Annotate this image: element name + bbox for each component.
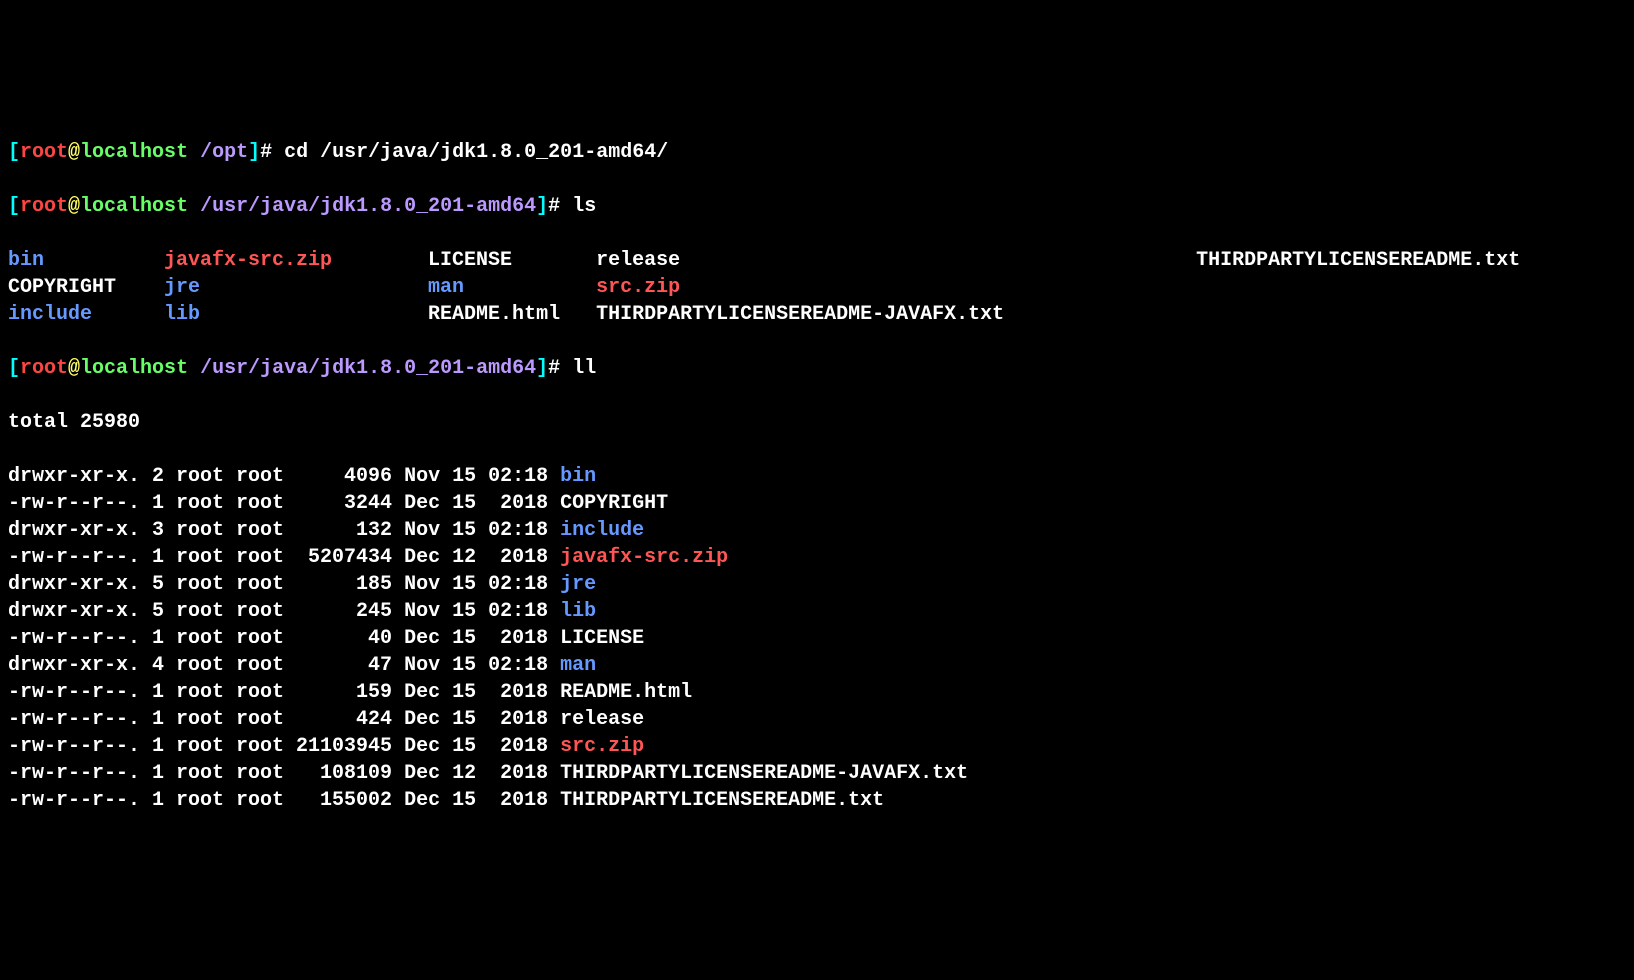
ls-row: includelibREADME.htmlTHIRDPARTYLICENSERE…: [8, 301, 1626, 328]
ll-filename: bin: [560, 465, 596, 488]
ll-row: -rw-r--r--. 1 root root 5207434 Dec 12 2…: [8, 544, 1626, 571]
ls-item: README.html: [428, 301, 596, 328]
ll-filename: javafx-src.zip: [560, 546, 728, 569]
ll-filename: THIRDPARTYLICENSEREADME.txt: [560, 789, 884, 812]
ll-row: drwxr-xr-x. 4 root root 47 Nov 15 02:18 …: [8, 652, 1626, 679]
command-text: ls: [572, 195, 596, 218]
ll-row: -rw-r--r--. 1 root root 40 Dec 15 2018 L…: [8, 625, 1626, 652]
prompt-host: localhost: [80, 357, 188, 380]
ll-row: drwxr-xr-x. 5 root root 245 Nov 15 02:18…: [8, 598, 1626, 625]
prompt-host: localhost: [80, 195, 188, 218]
ll-filename: include: [560, 519, 644, 542]
ll-perms: drwxr-xr-x. 4 root root 47 Nov 15 02:18: [8, 654, 560, 677]
ls-item: THIRDPARTYLICENSEREADME.txt: [1196, 247, 1616, 274]
ll-row: drwxr-xr-x. 5 root root 185 Nov 15 02:18…: [8, 571, 1626, 598]
prompt-line: [root@localhost /usr/java/jdk1.8.0_201-a…: [8, 193, 1626, 220]
ll-perms: -rw-r--r--. 1 root root 159 Dec 15 2018: [8, 681, 560, 704]
prompt-user: root: [20, 195, 68, 218]
ls-item: man: [428, 274, 596, 301]
ls-item: javafx-src.zip: [164, 247, 428, 274]
prompt-user: root: [20, 141, 68, 164]
bracket-close: ]: [248, 141, 260, 164]
ll-perms: -rw-r--r--. 1 root root 155002 Dec 15 20…: [8, 789, 560, 812]
prompt-at: @: [68, 141, 80, 164]
ll-perms: drwxr-xr-x. 3 root root 132 Nov 15 02:18: [8, 519, 560, 542]
ll-perms: -rw-r--r--. 1 root root 3244 Dec 15 2018: [8, 492, 560, 515]
ll-perms: drwxr-xr-x. 5 root root 245 Nov 15 02:18: [8, 600, 560, 623]
ls-item: [1196, 301, 1616, 328]
ll-output: drwxr-xr-x. 2 root root 4096 Nov 15 02:1…: [8, 463, 1626, 814]
ls-row: binjavafx-src.zipLICENSEreleaseTHIRDPART…: [8, 247, 1626, 274]
prompt-path: /usr/java/jdk1.8.0_201-amd64: [200, 357, 536, 380]
prompt-line: [root@localhost /usr/java/jdk1.8.0_201-a…: [8, 355, 1626, 382]
ll-filename: README.html: [560, 681, 692, 704]
ll-perms: -rw-r--r--. 1 root root 108109 Dec 12 20…: [8, 762, 560, 785]
ll-perms: drwxr-xr-x. 2 root root 4096 Nov 15 02:1…: [8, 465, 560, 488]
command-text: ll: [572, 357, 596, 380]
ll-row: -rw-r--r--. 1 root root 3244 Dec 15 2018…: [8, 490, 1626, 517]
prompt-line: [root@localhost /opt]# cd /usr/java/jdk1…: [8, 139, 1626, 166]
ls-item: include: [8, 301, 164, 328]
ll-filename: src.zip: [560, 735, 644, 758]
prompt-host: localhost: [80, 141, 188, 164]
ls-item: src.zip: [596, 274, 1196, 301]
ll-filename: LICENSE: [560, 627, 644, 650]
ls-item: bin: [8, 247, 164, 274]
prompt-dollar: #: [548, 195, 572, 218]
ll-filename: jre: [560, 573, 596, 596]
ll-filename: THIRDPARTYLICENSEREADME-JAVAFX.txt: [560, 762, 968, 785]
terminal-output[interactable]: [root@localhost /opt]# cd /usr/java/jdk1…: [0, 108, 1634, 845]
ll-row: -rw-r--r--. 1 root root 108109 Dec 12 20…: [8, 760, 1626, 787]
ll-row: -rw-r--r--. 1 root root 159 Dec 15 2018 …: [8, 679, 1626, 706]
ls-item: lib: [164, 301, 428, 328]
prompt-path: /usr/java/jdk1.8.0_201-amd64: [200, 195, 536, 218]
ll-row: drwxr-xr-x. 2 root root 4096 Nov 15 02:1…: [8, 463, 1626, 490]
ll-perms: -rw-r--r--. 1 root root 21103945 Dec 15 …: [8, 735, 560, 758]
ll-perms: drwxr-xr-x. 5 root root 185 Nov 15 02:18: [8, 573, 560, 596]
ll-filename: release: [560, 708, 644, 731]
ll-perms: -rw-r--r--. 1 root root 5207434 Dec 12 2…: [8, 546, 560, 569]
ls-row: COPYRIGHTjremansrc.zip: [8, 274, 1626, 301]
ll-row: -rw-r--r--. 1 root root 424 Dec 15 2018 …: [8, 706, 1626, 733]
ls-output: binjavafx-src.zipLICENSEreleaseTHIRDPART…: [8, 247, 1626, 328]
bracket-open: [: [8, 141, 20, 164]
prompt-at: @: [68, 195, 80, 218]
ls-item: [1196, 274, 1616, 301]
ll-total: total 25980: [8, 409, 1626, 436]
ls-item: jre: [164, 274, 428, 301]
bracket-close: ]: [536, 195, 548, 218]
ll-row: -rw-r--r--. 1 root root 155002 Dec 15 20…: [8, 787, 1626, 814]
prompt-user: root: [20, 357, 68, 380]
ls-item: LICENSE: [428, 247, 596, 274]
prompt-at: @: [68, 357, 80, 380]
ll-perms: -rw-r--r--. 1 root root 40 Dec 15 2018: [8, 627, 560, 650]
prompt-path: /opt: [200, 141, 248, 164]
bracket-open: [: [8, 195, 20, 218]
prompt-dollar: #: [260, 141, 284, 164]
ll-perms: -rw-r--r--. 1 root root 424 Dec 15 2018: [8, 708, 560, 731]
ll-filename: COPYRIGHT: [560, 492, 668, 515]
bracket-close: ]: [536, 357, 548, 380]
bracket-open: [: [8, 357, 20, 380]
ll-row: drwxr-xr-x. 3 root root 132 Nov 15 02:18…: [8, 517, 1626, 544]
ll-filename: man: [560, 654, 596, 677]
prompt-dollar: #: [548, 357, 572, 380]
ll-filename: lib: [560, 600, 596, 623]
ls-item: COPYRIGHT: [8, 274, 164, 301]
command-text: cd /usr/java/jdk1.8.0_201-amd64/: [284, 141, 668, 164]
ls-item: release: [596, 247, 1196, 274]
ls-item: THIRDPARTYLICENSEREADME-JAVAFX.txt: [596, 301, 1196, 328]
ll-row: -rw-r--r--. 1 root root 21103945 Dec 15 …: [8, 733, 1626, 760]
